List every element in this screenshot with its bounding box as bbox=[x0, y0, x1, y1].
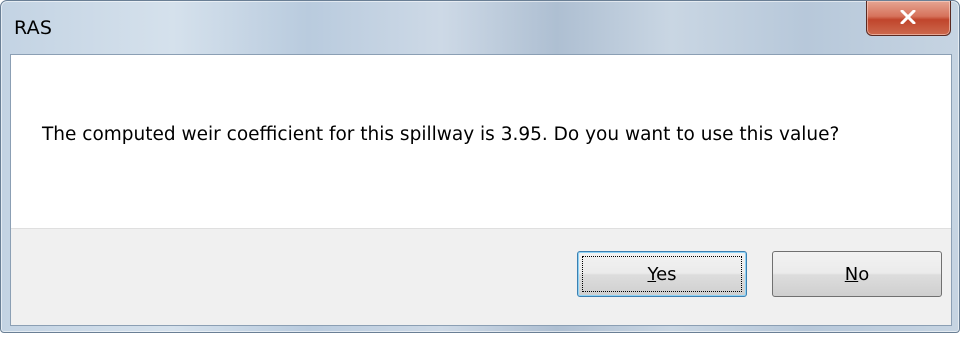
no-mnemonic: N bbox=[844, 263, 859, 285]
button-panel: Yes No bbox=[11, 228, 951, 325]
no-button-label: No bbox=[845, 264, 869, 285]
yes-button[interactable]: Yes bbox=[577, 251, 747, 297]
close-button[interactable] bbox=[866, 1, 951, 36]
yes-button-label: Yes bbox=[647, 264, 676, 285]
message-text: The computed weir coefficient for this s… bbox=[42, 124, 840, 145]
dialog-client-area: The computed weir coefficient for this s… bbox=[10, 54, 952, 326]
no-button[interactable]: No bbox=[772, 251, 942, 297]
yes-label-rest: es bbox=[656, 263, 677, 285]
title-bar[interactable]: RAS bbox=[1, 1, 959, 55]
message-panel: The computed weir coefficient for this s… bbox=[11, 55, 951, 228]
yes-mnemonic: Y bbox=[647, 263, 657, 285]
window-title: RAS bbox=[14, 17, 53, 39]
dialog-window: RAS The computed weir coefficient for th… bbox=[0, 0, 960, 333]
no-label-rest: o bbox=[858, 263, 870, 285]
close-icon bbox=[900, 10, 916, 24]
